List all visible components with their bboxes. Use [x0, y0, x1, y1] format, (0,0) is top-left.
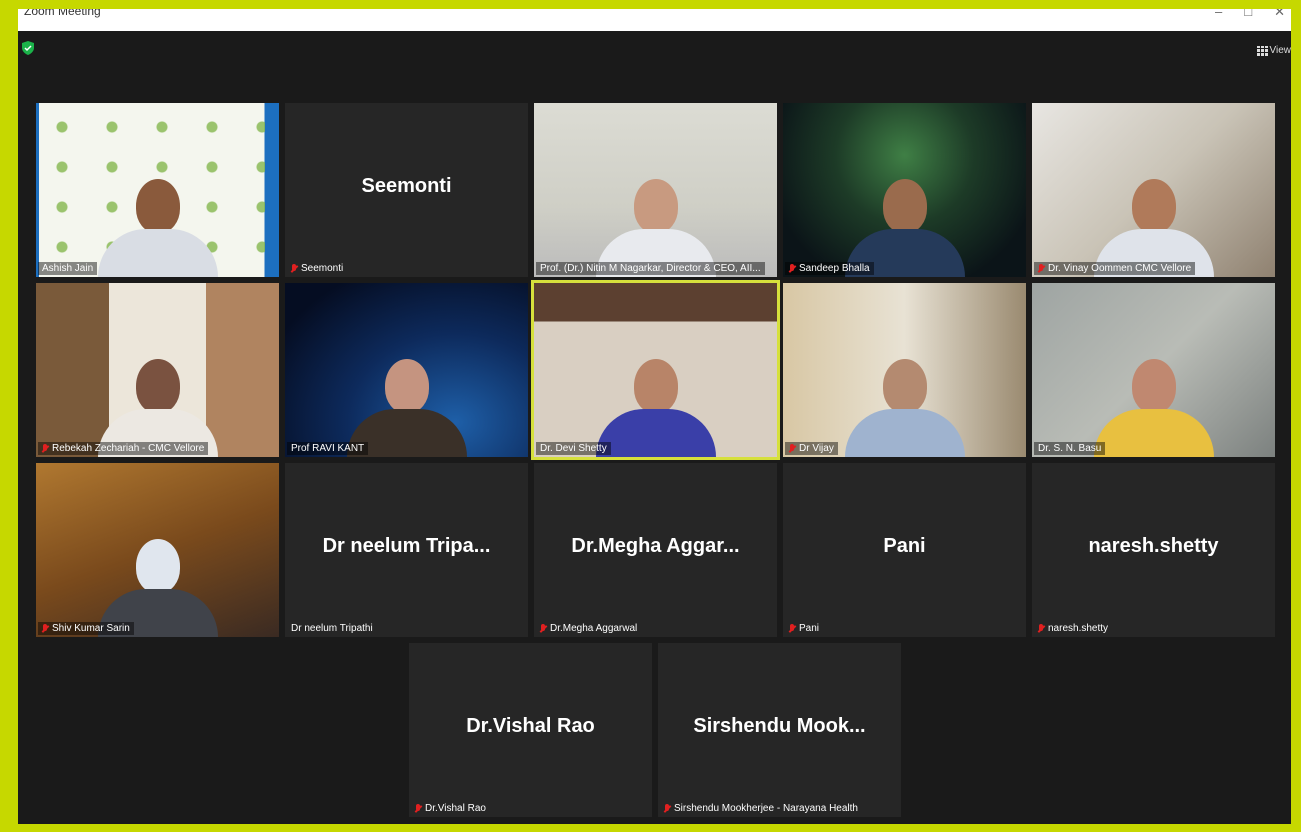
- mic-muted-icon: [789, 263, 795, 274]
- mic-muted-icon: [1038, 623, 1044, 634]
- minimize-icon[interactable]: –: [1215, 9, 1222, 23]
- participant-name-label: Seemonti: [287, 262, 347, 275]
- participant-name-label: Rebekah Zechariah - CMC Vellore: [38, 442, 209, 455]
- window-title: Zoom Meeting: [24, 9, 101, 18]
- participant-display-name: Pani: [883, 535, 926, 557]
- participant-tile[interactable]: Sandeep Bhalla: [783, 103, 1026, 277]
- participant-tile[interactable]: Ashish Jain: [36, 103, 279, 277]
- mic-muted-icon: [42, 623, 48, 634]
- participant-display-name: Dr.Megha Aggar...: [571, 535, 740, 557]
- participant-name-label: Dr.Vishal Rao: [411, 802, 490, 815]
- window-controls: – □ ✕: [1215, 9, 1291, 23]
- participant-tile[interactable]: Dr Vijay: [783, 283, 1026, 457]
- title-bar: Zoom Meeting – □ ✕: [18, 9, 1291, 31]
- mic-muted-icon: [42, 443, 48, 454]
- participant-tile[interactable]: Dr.Vishal Rao Dr.Vishal Rao: [409, 643, 652, 817]
- zoom-window: Zoom Meeting – □ ✕ View Ashish Jain Seem…: [18, 9, 1291, 824]
- participant-name-label: Dr.Megha Aggarwal: [536, 622, 641, 635]
- grid-view-icon: [1256, 45, 1268, 56]
- participant-tile[interactable]: Sirshendu Mook... Sirshendu Mookherjee -…: [658, 643, 901, 817]
- participant-video: [1093, 359, 1214, 457]
- mic-muted-icon: [540, 623, 546, 634]
- mic-muted-icon: [291, 263, 297, 274]
- participant-video: [595, 359, 716, 457]
- participant-tile[interactable]: Dr.Megha Aggar... Dr.Megha Aggarwal: [534, 463, 777, 637]
- close-icon[interactable]: ✕: [1274, 9, 1285, 23]
- participant-video: [844, 359, 965, 457]
- participant-name-label: Shiv Kumar Sarin: [38, 622, 134, 635]
- participant-tile-active-speaker[interactable]: Dr. Devi Shetty: [531, 280, 780, 460]
- participant-name-label: Sirshendu Mookherjee - Narayana Health: [660, 802, 862, 815]
- participant-name-label: Dr. Vinay Oommen CMC Vellore: [1034, 262, 1196, 275]
- participant-tile[interactable]: Dr. S. N. Basu: [1032, 283, 1275, 457]
- participant-video: [97, 179, 218, 277]
- participant-name-label: naresh.shetty: [1034, 622, 1112, 635]
- participant-display-name: Seemonti: [361, 175, 452, 197]
- participant-tile[interactable]: Dr. Vinay Oommen CMC Vellore: [1032, 103, 1275, 277]
- participant-tile[interactable]: naresh.shetty naresh.shetty: [1032, 463, 1275, 637]
- participant-tile[interactable]: Rebekah Zechariah - CMC Vellore: [36, 283, 279, 457]
- participant-name-label: Ashish Jain: [38, 262, 98, 275]
- participant-name-label: Sandeep Bhalla: [785, 262, 874, 275]
- mic-muted-icon: [664, 803, 670, 814]
- participant-tile[interactable]: Pani Pani: [783, 463, 1026, 637]
- participant-name-label: Dr neelum Tripathi: [291, 623, 373, 634]
- mic-muted-icon: [1038, 263, 1044, 274]
- participant-display-name: Sirshendu Mook...: [693, 715, 866, 737]
- participant-tile[interactable]: Seemonti Seemonti: [285, 103, 528, 277]
- participant-tile[interactable]: Shiv Kumar Sarin: [36, 463, 279, 637]
- participant-display-name: Dr neelum Tripa...: [322, 535, 491, 557]
- participant-display-name: naresh.shetty: [1088, 535, 1219, 557]
- mic-muted-icon: [789, 443, 795, 454]
- encryption-shield-icon[interactable]: [22, 41, 34, 55]
- participant-tile[interactable]: Dr neelum Tripa... Dr neelum Tripathi: [285, 463, 528, 637]
- participant-display-name: Dr.Vishal Rao: [466, 715, 595, 737]
- participant-name-label: Pani: [785, 622, 823, 635]
- mic-muted-icon: [789, 623, 795, 634]
- participant-name-label: Dr Vijay: [785, 442, 838, 455]
- participant-tile[interactable]: Prof RAVI KANT: [285, 283, 528, 457]
- maximize-icon[interactable]: □: [1244, 9, 1252, 23]
- participant-name-label: Dr. S. N. Basu: [1034, 442, 1106, 455]
- view-label: View: [1269, 45, 1292, 56]
- view-button[interactable]: View: [1256, 45, 1292, 56]
- participant-name-label: Prof RAVI KANT: [287, 442, 369, 455]
- participant-tile[interactable]: Prof. (Dr.) Nitin M Nagarkar, Director &…: [534, 103, 777, 277]
- mic-muted-icon: [415, 803, 421, 814]
- participant-name-label: Dr. Devi Shetty: [536, 442, 611, 455]
- participant-name-label: Prof. (Dr.) Nitin M Nagarkar, Director &…: [536, 262, 765, 275]
